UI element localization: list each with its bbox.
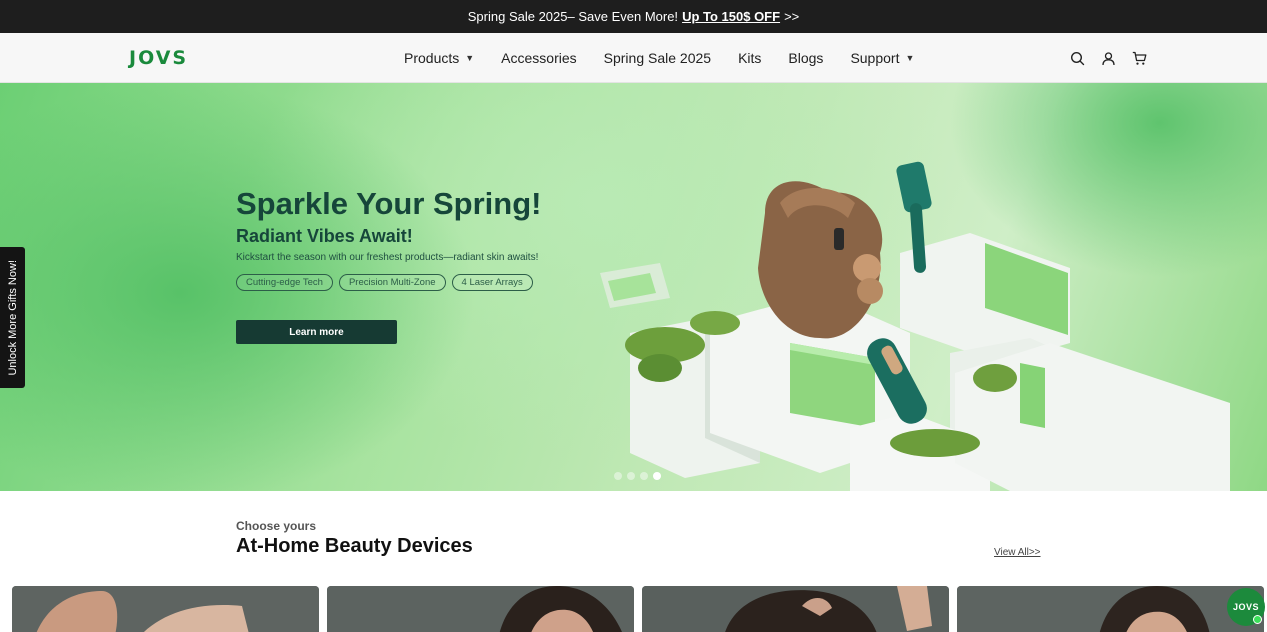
product-card-image [957, 586, 1264, 632]
announcement-cta-link[interactable]: Up To 150$ OFF [682, 9, 780, 24]
hero-tag: Precision Multi-Zone [338, 274, 446, 291]
product-card[interactable] [957, 586, 1264, 632]
announcement-arrows[interactable]: >> [784, 9, 799, 24]
chevron-down-icon: ▼ [905, 53, 915, 63]
hero-tags: Cutting-edge Tech Precision Multi-Zone 4… [236, 274, 533, 291]
product-card[interactable] [12, 586, 319, 632]
main-nav: Products ▼ Accessories Spring Sale 2025 … [404, 33, 914, 83]
product-card-image [642, 586, 949, 632]
nav-kits[interactable]: Kits [738, 50, 761, 66]
nav-label: Kits [738, 50, 762, 66]
header-icons [1070, 33, 1147, 83]
nav-support[interactable]: Support ▼ [850, 50, 914, 66]
search-icon[interactable] [1070, 51, 1085, 66]
carousel-dot[interactable] [627, 472, 635, 480]
carousel-dot-active[interactable] [653, 472, 661, 480]
nav-label: Spring Sale 2025 [603, 50, 712, 66]
nav-label: Support [850, 50, 900, 66]
nav-products[interactable]: Products ▼ [404, 50, 474, 66]
nav-label: Accessories [501, 50, 577, 66]
carousel-dot[interactable] [640, 472, 648, 480]
carousel-dots [614, 472, 661, 480]
jovs-logo[interactable]: JOVS [129, 47, 188, 69]
section-eyebrow: Choose yours [236, 519, 317, 533]
hero-tag: Cutting-edge Tech [236, 274, 333, 291]
unlock-gifts-tab[interactable]: Unlock More Gifts Now! [0, 247, 25, 388]
hero-description: Kickstart the season with our freshest p… [236, 252, 539, 263]
section-title: At-Home Beauty Devices [236, 535, 473, 557]
site-header: JOVS Products ▼ Accessories Spring Sale … [0, 33, 1267, 83]
learn-more-button[interactable]: Learn more [236, 320, 397, 344]
nav-label: Blogs [788, 50, 824, 66]
product-card-image [327, 586, 634, 632]
cart-icon[interactable] [1132, 51, 1147, 66]
online-status-indicator [1253, 615, 1262, 624]
product-card-image [12, 586, 319, 632]
product-cards [12, 586, 1264, 632]
nav-spring-sale[interactable]: Spring Sale 2025 [604, 50, 711, 66]
hero-subtitle: Radiant Vibes Await! [236, 226, 413, 246]
announcement-text: Spring Sale 2025– Save Even More! [467, 9, 679, 24]
view-all-link[interactable]: View All>> [994, 547, 1041, 558]
chevron-down-icon: ▼ [465, 53, 475, 63]
nav-accessories[interactable]: Accessories [501, 50, 576, 66]
side-tab-label: Unlock More Gifts Now! [6, 259, 19, 376]
product-card[interactable] [327, 586, 634, 632]
hero-banner: Sparkle Your Spring! Radiant Vibes Await… [0, 83, 1267, 491]
nav-blogs[interactable]: Blogs [788, 50, 823, 66]
product-card[interactable] [642, 586, 949, 632]
announcement-bar: Spring Sale 2025– Save Even More! Up To … [0, 0, 1267, 33]
hero-title: Sparkle Your Spring! [236, 186, 542, 221]
hero-tag: 4 Laser Arrays [451, 274, 533, 291]
hero-product-image [600, 161, 1230, 491]
account-icon[interactable] [1101, 51, 1116, 66]
nav-label: Products [404, 50, 460, 66]
carousel-dot[interactable] [614, 472, 622, 480]
